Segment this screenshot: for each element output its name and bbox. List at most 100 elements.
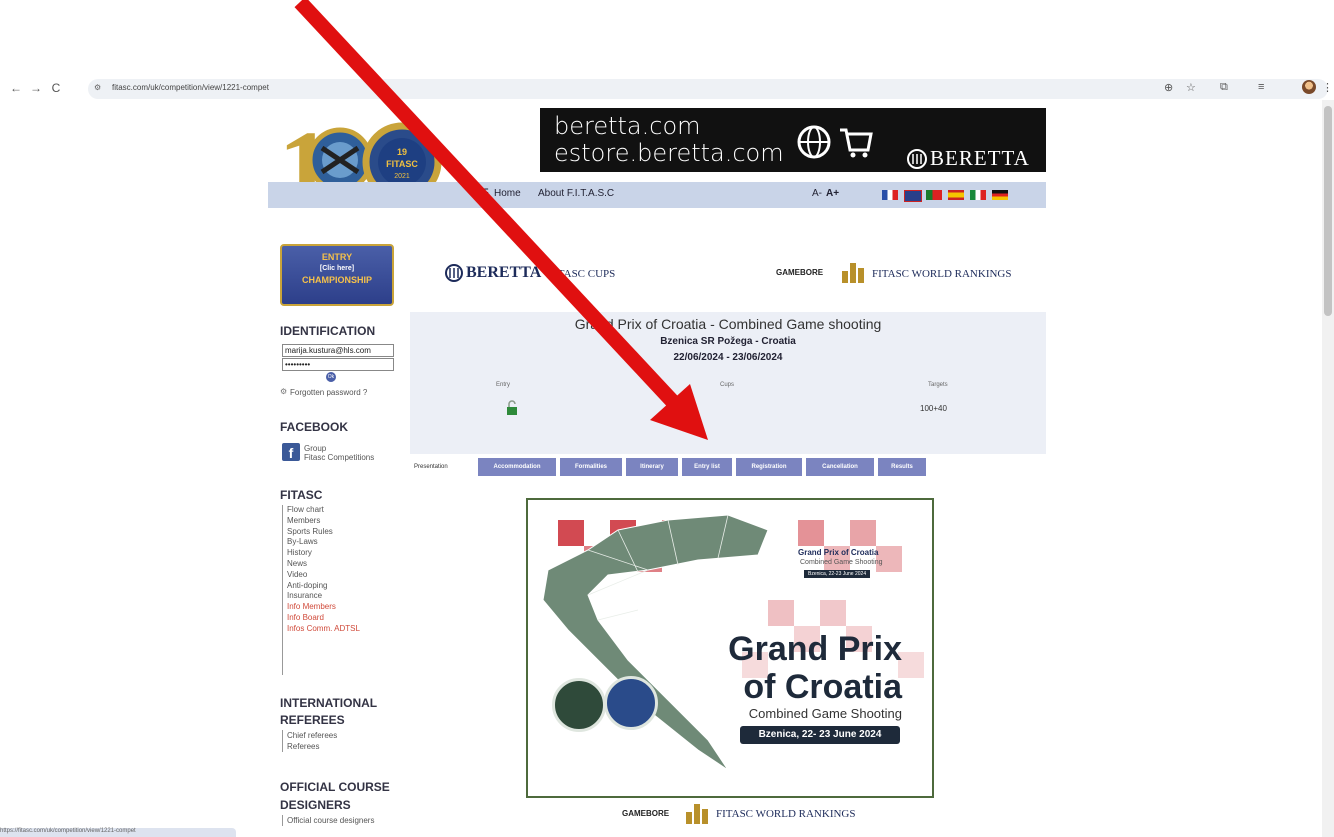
- tab-results[interactable]: Results: [878, 458, 926, 476]
- menu-hamburger-icon[interactable]: ☰: [480, 188, 489, 199]
- referees-item[interactable]: Referees: [287, 741, 337, 752]
- padlock-open-icon[interactable]: [506, 400, 518, 416]
- beretta-banner-ad[interactable]: beretta.com estore.beretta.com BERETTA: [540, 108, 1046, 172]
- referees-list: Chief referees Referees: [282, 730, 337, 752]
- event-location: Bzenica SR Požega - Croatia: [660, 336, 796, 347]
- fitasc-menu-item[interactable]: Members: [287, 516, 360, 527]
- identification-title: IDENTIFICATION: [280, 324, 376, 338]
- menu-kebab-icon[interactable]: ⋮: [1322, 81, 1333, 94]
- logo-line2: FITASC: [386, 159, 418, 169]
- flag-pt-icon[interactable]: [926, 190, 942, 200]
- gamebore-logo[interactable]: GAMEBORE: [776, 268, 823, 277]
- scrollbar[interactable]: [1322, 100, 1334, 837]
- flag-fr-icon[interactable]: [882, 190, 898, 200]
- profile-avatar[interactable]: [1302, 80, 1316, 94]
- poster-subtitle: Combined Game Shooting: [748, 706, 902, 721]
- tab-entry-list[interactable]: Entry list: [682, 458, 732, 476]
- tab-presentation[interactable]: Presentation: [414, 464, 448, 470]
- login-ok-button[interactable]: Ok: [326, 372, 336, 382]
- referees-title-line1: INTERNATIONAL: [280, 696, 378, 710]
- key-icon: ⚙: [280, 387, 288, 396]
- event-dates: 22/06/2024 - 23/06/2024: [673, 352, 783, 363]
- tab-formalities[interactable]: Formalities: [560, 458, 622, 476]
- main-menu-bar: ☰ Home About F.I.T.A.S.C A- A+: [268, 182, 1046, 208]
- poster-date-badge: Bzenica, 22- 23 June 2024: [740, 726, 900, 744]
- tab-registration[interactable]: Registration: [736, 458, 802, 476]
- designers-title-line2: DESIGNERS: [280, 798, 351, 812]
- fitasc-menu-item-red[interactable]: Infos Comm. ADTSL: [287, 624, 360, 635]
- logo-line3: 2021: [394, 173, 410, 180]
- password-input[interactable]: [282, 358, 394, 371]
- poster-small-subtitle: Combined Game Shooting: [800, 559, 883, 566]
- fitasc-menu-item[interactable]: By-Laws: [287, 537, 360, 548]
- status-bar-url: https://fitasc.com/uk/competition/view/1…: [0, 828, 236, 837]
- fitasc-cups-logo[interactable]: FITASC CUPS: [548, 268, 615, 280]
- flag-es-icon[interactable]: [948, 190, 964, 200]
- poster-title-line2: of Croatia: [743, 668, 902, 706]
- beretta-crest-icon: [445, 264, 463, 282]
- entry-championship-button[interactable]: ENTRY [Clic here] CHAMPIONSHIP: [280, 244, 394, 306]
- font-increase[interactable]: A+: [826, 188, 839, 199]
- url-text: fitasc.com/uk/competition/view/1221-comp…: [112, 83, 269, 92]
- fitasc-menu-item[interactable]: Flow chart: [287, 505, 360, 516]
- translate-icon[interactable]: ⊕: [1164, 81, 1173, 94]
- fitasc-menu-item[interactable]: Insurance: [287, 591, 360, 602]
- logo-line1: 19: [397, 147, 407, 157]
- event-poster-image: Grand Prix of Croatia Combined Game Shoo…: [526, 498, 934, 798]
- tab-accommodation[interactable]: Accommodation: [478, 458, 556, 476]
- bookmark-star-icon[interactable]: ☆: [1186, 81, 1196, 94]
- world-rankings-logo-bottom[interactable]: FITASC WORLD RANKINGS: [716, 808, 855, 820]
- fitasc-menu-item[interactable]: News: [287, 559, 360, 570]
- back-icon[interactable]: ←: [8, 80, 24, 96]
- flag-de-icon[interactable]: [992, 190, 1008, 200]
- flag-uk-icon[interactable]: [904, 190, 922, 202]
- site-info-icon[interactable]: ⚙: [94, 83, 101, 92]
- event-title: Grand Prix of Croatia - Combined Game sh…: [574, 316, 882, 332]
- col-cups-label: Cups: [720, 382, 735, 388]
- forgot-password-link[interactable]: Forgotten password ?: [290, 388, 367, 397]
- forward-icon[interactable]: →: [28, 80, 44, 96]
- facebook-title: FACEBOOK: [280, 420, 349, 434]
- world-rankings-logo[interactable]: FITASC WORLD RANKINGS: [872, 268, 1011, 280]
- podium-icon: [686, 804, 708, 824]
- scroll-thumb[interactable]: [1324, 106, 1332, 316]
- facebook-group-line1[interactable]: Group: [304, 444, 326, 453]
- fitasc-emblem-icon: [604, 676, 658, 730]
- fitasc-menu-item[interactable]: Sports Rules: [287, 527, 360, 538]
- referees-item[interactable]: Chief referees: [287, 730, 337, 741]
- flag-it-icon[interactable]: [970, 190, 986, 200]
- event-info-panel: Grand Prix of Croatia - Combined Game sh…: [410, 312, 1046, 454]
- entry-line3: CHAMPIONSHIP: [301, 275, 372, 285]
- designers-item[interactable]: Official course designers: [287, 815, 374, 826]
- referees-title-line2: REFEREES: [280, 713, 345, 727]
- podium-icon: [842, 263, 864, 283]
- col-entry-label: Entry: [496, 382, 511, 388]
- fitasc-menu-item[interactable]: Anti-doping: [287, 581, 360, 592]
- tab-itinerary[interactable]: Itinerary: [626, 458, 678, 476]
- fitasc-menu-item-red[interactable]: Info Members: [287, 602, 360, 613]
- fitasc-menu-item-red[interactable]: Info Board: [287, 613, 360, 624]
- fitasc-menu-item[interactable]: Video: [287, 570, 360, 581]
- reading-list-icon[interactable]: ≡: [1258, 81, 1264, 93]
- poster-small-title: Grand Prix of Croatia: [798, 548, 879, 557]
- extensions-icon[interactable]: ⧉: [1220, 81, 1228, 94]
- fitasc-menu-title: FITASC: [280, 488, 323, 502]
- col-targets-label: Targets: [928, 382, 948, 388]
- email-input[interactable]: [282, 344, 394, 357]
- poster-small-date: Bzenica, 22-23 June 2024: [804, 570, 871, 578]
- fitasc-menu-item[interactable]: History: [287, 548, 360, 559]
- tab-cancellation[interactable]: Cancellation: [806, 458, 874, 476]
- facebook-icon[interactable]: f: [282, 443, 300, 461]
- font-decrease[interactable]: A-: [812, 188, 822, 199]
- facebook-group-line2[interactable]: Fitasc Competitions: [304, 453, 374, 462]
- menu-about[interactable]: About F.I.T.A.S.C: [538, 188, 614, 199]
- menu-home[interactable]: Home: [494, 188, 521, 199]
- address-bar[interactable]: ⚙ fitasc.com/uk/competition/view/1221-co…: [88, 79, 1328, 99]
- beretta-sponsor-logo[interactable]: BERETTA: [466, 264, 541, 282]
- designers-list: Official course designers: [282, 815, 374, 826]
- entry-line1: ENTRY: [321, 252, 353, 262]
- reload-icon[interactable]: C: [48, 80, 64, 96]
- gamebore-logo-bottom[interactable]: GAMEBORE: [622, 809, 669, 818]
- banner-line1: beretta.com: [554, 112, 701, 140]
- globe-icon: [797, 125, 831, 159]
